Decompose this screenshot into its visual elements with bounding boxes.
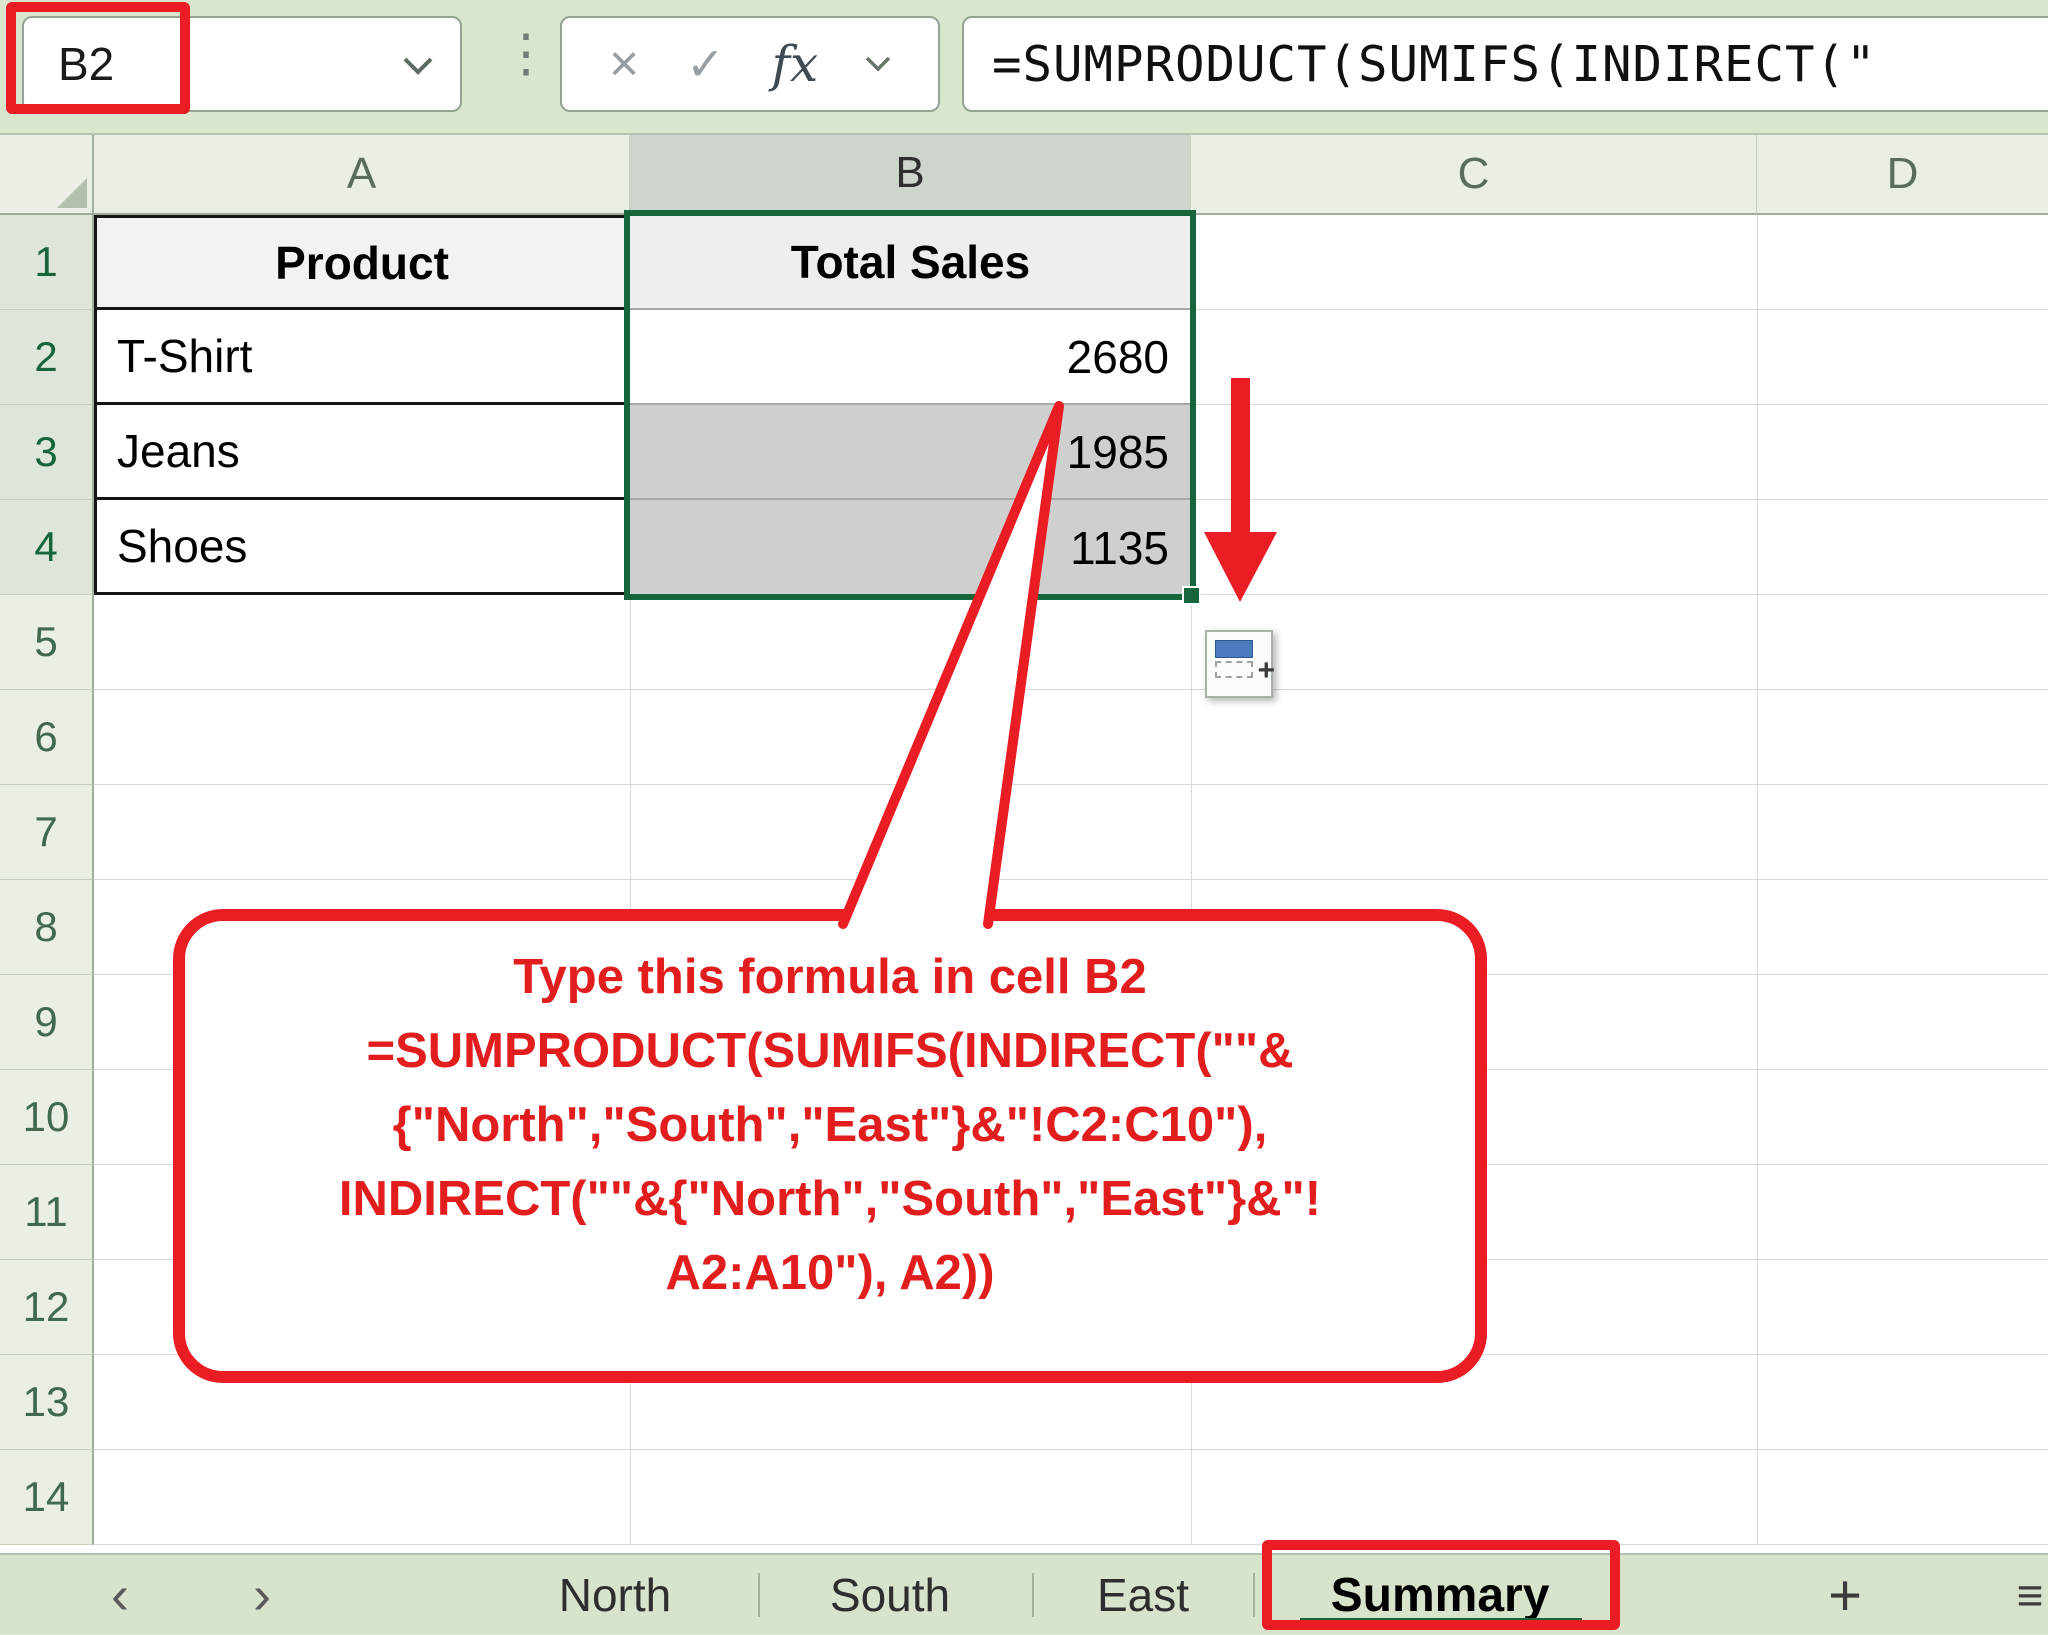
tab-separator [1032,1573,1034,1617]
row-header-7[interactable]: 7 [0,785,94,880]
excel-window: { "name_box": { "value": "B2" }, "formul… [0,0,2048,1633]
row-header-9[interactable]: 9 [0,975,94,1070]
row-header-13[interactable]: 13 [0,1355,94,1450]
insert-function-icon[interactable]: fx [772,35,819,93]
row-header-5[interactable]: 5 [0,595,94,690]
formula-bar-text[interactable]: =SUMPRODUCT(SUMIFS(INDIRECT(" [992,36,1877,93]
column-header-b[interactable]: B [630,135,1191,215]
gridline [1757,215,1758,1545]
chevron-down-icon[interactable] [402,56,434,76]
gridline [1191,215,1192,1545]
column-headers: A B C D [0,135,2048,215]
select-all-triangle-icon [57,178,87,208]
column-header-c[interactable]: C [1191,135,1757,215]
formula-toolbar: B2 ⋮ × ✓ fx =SUMPRODUCT(SUMIFS(INDIRECT(… [0,0,2048,135]
cell-a4[interactable]: Shoes [94,500,630,595]
tab-separator [1253,1573,1255,1617]
cell-b1[interactable]: Total Sales [630,215,1191,310]
cell-a1[interactable]: Product [94,215,630,310]
row-header-4[interactable]: 4 [0,500,94,595]
sheet-tab-south[interactable]: South [830,1555,950,1635]
cell-a2[interactable]: T-Shirt [94,310,630,405]
cancel-icon[interactable]: × [609,34,639,94]
row-header-12[interactable]: 12 [0,1260,94,1355]
enter-icon[interactable]: ✓ [686,37,725,91]
active-tab-underline [1300,1618,1582,1625]
row-header-3[interactable]: 3 [0,405,94,500]
formula-bar[interactable]: =SUMPRODUCT(SUMIFS(INDIRECT(" [962,16,2048,112]
add-sheet-icon[interactable]: + [1828,1555,1862,1635]
row-header-6[interactable]: 6 [0,690,94,785]
plus-icon: + [1257,654,1275,688]
row-headers: 1 2 3 4 5 6 7 8 9 10 11 12 13 14 [0,215,94,1545]
row-header-14[interactable]: 14 [0,1450,94,1545]
sheet-tab-north[interactable]: North [559,1555,671,1635]
name-box-value[interactable]: B2 [58,37,114,91]
tab-separator [758,1573,760,1617]
cell-a3[interactable]: Jeans [94,405,630,500]
next-sheet-icon[interactable]: › [253,1555,271,1635]
fill-handle[interactable] [1182,586,1201,605]
chevron-down-icon[interactable] [865,56,891,72]
cell-b4[interactable]: 1135 [630,500,1191,595]
row-header-11[interactable]: 11 [0,1165,94,1260]
row-header-1[interactable]: 1 [0,215,94,310]
cell-area[interactable]: Product T-Shirt Jeans Shoes Total Sales … [94,215,2048,1545]
prev-sheet-icon[interactable]: ‹ [111,1555,129,1635]
sheet-tab-east[interactable]: East [1097,1555,1189,1635]
cell-b3[interactable]: 1985 [630,405,1191,500]
row-header-2[interactable]: 2 [0,310,94,405]
sheet-list-menu-icon[interactable]: ≡ [2017,1555,2044,1635]
toolbar-drag-dots-icon: ⋮ [500,24,552,84]
autofill-icon-dashed: + [1215,661,1253,678]
column-header-a[interactable]: A [94,135,630,215]
row-header-10[interactable]: 10 [0,1070,94,1165]
spreadsheet-grid: A B C D 1 2 3 4 5 6 7 8 9 10 11 12 13 14… [0,135,2048,1553]
select-all-corner[interactable] [0,135,94,215]
name-box[interactable]: B2 [22,16,462,112]
autofill-options-button[interactable]: + [1205,630,1273,698]
autofill-icon [1215,640,1253,658]
formula-action-box: × ✓ fx [560,16,940,112]
cell-b2-active[interactable]: 2680 [630,310,1191,405]
sheet-tab-bar: ‹ › North South East Summary + ≡ [0,1553,2048,1633]
row-header-8[interactable]: 8 [0,880,94,975]
column-header-d[interactable]: D [1757,135,2048,215]
